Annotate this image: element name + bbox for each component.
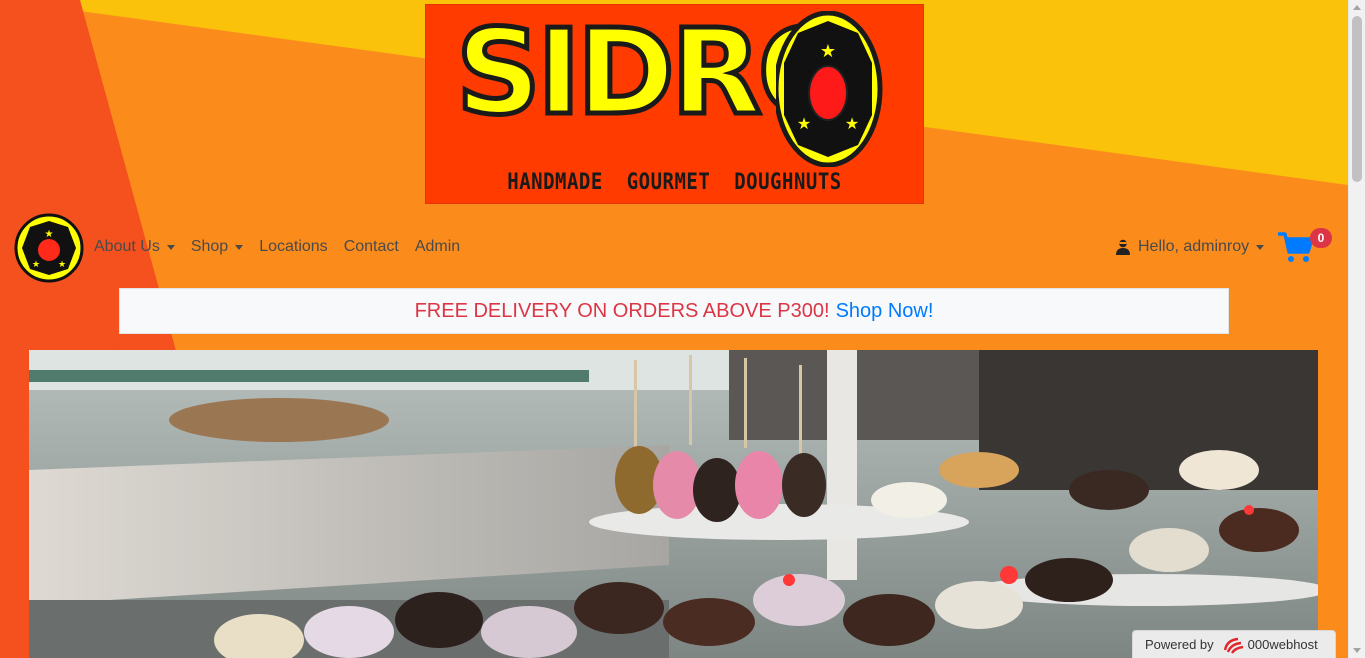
chevron-down-icon [166, 244, 175, 250]
svg-text:★: ★ [845, 114, 859, 133]
page-scrollbar[interactable] [1348, 0, 1365, 658]
promo-text: FREE DELIVERY ON ORDERS ABOVE P300! [414, 299, 830, 322]
chevron-down-icon [235, 244, 244, 250]
nav-admin[interactable]: Admin [415, 238, 460, 256]
brand-tagline: HANDMADE GOURMET DOUGHNUTS [507, 169, 842, 195]
nav-about-us[interactable]: About Us [94, 238, 175, 256]
nav-shop-label: Shop [190, 238, 229, 255]
nav-contact-label: Contact [343, 238, 399, 255]
scroll-down-icon[interactable] [1353, 648, 1361, 653]
powered-by-label: Powered by [1145, 637, 1214, 652]
webhost-logo-icon [1223, 637, 1243, 654]
svg-text:★: ★ [32, 260, 40, 270]
user-greeting: Hello, adminroy [1138, 238, 1250, 255]
promo-banner: FREE DELIVERY ON ORDERS ABOVE P300! Shop… [119, 288, 1229, 334]
chevron-down-icon [1256, 244, 1265, 250]
svg-text:★: ★ [45, 229, 54, 240]
nav-locations[interactable]: Locations [259, 238, 328, 256]
powered-by-badge[interactable]: Powered by 000webhost [1132, 630, 1336, 658]
shopping-cart-icon[interactable] [1278, 231, 1314, 263]
brand-banner[interactable]: SIDRO ★ ★ ★ HANDMADE GOURMET DOUGHNUTS [425, 4, 924, 204]
sidro-emblem-icon: ★ ★ ★ [776, 11, 883, 167]
nav-about-us-label: About Us [94, 238, 160, 255]
main-navbar: ★ ★ ★ About Us Shop Locations Contact Ad… [0, 210, 1348, 284]
cart-count-badge: 0 [1310, 228, 1332, 248]
shop-now-link[interactable]: Shop Now! [836, 300, 934, 323]
nav-shop[interactable]: Shop [190, 238, 244, 256]
nav-locations-label: Locations [259, 238, 328, 255]
user-menu-dropdown[interactable]: Hello, adminroy [1116, 238, 1265, 256]
powered-by-brand: 000webhost [1247, 637, 1318, 652]
scroll-up-icon[interactable] [1353, 5, 1361, 10]
nav-admin-label: Admin [414, 238, 461, 255]
nav-links: About Us Shop Locations Contact Admin [94, 238, 476, 256]
sidro-emblem-icon[interactable]: ★ ★ ★ [14, 213, 84, 283]
nav-contact[interactable]: Contact [344, 238, 399, 256]
hero-doughnut-image [29, 350, 1318, 658]
scrollbar-thumb[interactable] [1352, 16, 1362, 182]
svg-text:★: ★ [820, 41, 836, 62]
user-icon [1116, 239, 1130, 255]
svg-text:★: ★ [797, 114, 811, 133]
svg-text:★: ★ [58, 260, 66, 270]
